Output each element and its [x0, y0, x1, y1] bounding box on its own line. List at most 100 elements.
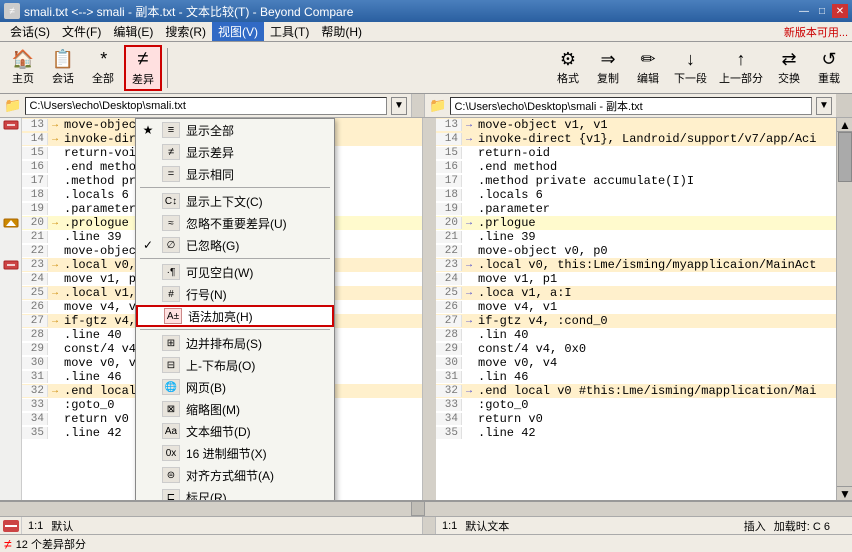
toolbar-reload[interactable]: ↺ 重载 [810, 45, 848, 91]
icon-line-numbers: # [162, 286, 180, 302]
gutter-empty-7 [0, 230, 21, 244]
menu-show-context[interactable]: C↕ 显示上下文(C) [136, 190, 334, 212]
table-row: 29const/4 v4, 0x0 [436, 342, 836, 356]
table-row: 17.method private accumulate(I)I [436, 174, 836, 188]
right-path-dropdown[interactable]: ▼ [816, 97, 832, 115]
table-row: 26move v4, v1 [436, 300, 836, 314]
icon-ignored: ∅ [162, 237, 180, 253]
gutter-empty-1 [0, 132, 21, 146]
scroll-thumb[interactable] [838, 132, 852, 182]
left-path-input[interactable] [25, 97, 387, 115]
maximize-button[interactable]: □ [814, 4, 830, 18]
label-show-diff: 显示差异 [186, 144, 326, 161]
toolbar-home-label: 主页 [12, 70, 34, 86]
icon-thumbnail: ⊠ [162, 401, 180, 417]
toolbar-diff[interactable]: ≠ 差异 [124, 45, 162, 91]
menu-file[interactable]: 文件(F) [56, 22, 107, 41]
icon-whitespace: ·¶ [162, 264, 180, 280]
toolbar-prev-section[interactable]: ↑ 上一部分 [714, 45, 768, 91]
right-h-scroll[interactable] [425, 501, 836, 516]
menu-ruler[interactable]: ⊏ 标尺(R) [136, 486, 334, 500]
scroll-corner [836, 501, 852, 516]
label-thumbnail: 缩略图(M) [186, 401, 326, 418]
app-icon: ≠ [4, 3, 20, 19]
table-row: 13→move-object v1, v1 [436, 118, 836, 132]
toolbar-all-label: 全部 [92, 70, 114, 86]
menu-text-detail[interactable]: Aa 文本细节(D) [136, 420, 334, 442]
menu-thumbnail[interactable]: ⊠ 缩略图(M) [136, 398, 334, 420]
center-scroll-panel [422, 118, 436, 500]
toolbar-reload-label: 重载 [818, 70, 840, 86]
menu-show-diff[interactable]: ≠ 显示差异 [136, 141, 334, 163]
h-scroll-bar [0, 500, 852, 516]
toolbar-edit[interactable]: ✏ 编辑 [629, 45, 667, 91]
toolbar-home[interactable]: 🏠 主页 [4, 45, 42, 91]
left-path-dropdown[interactable]: ▼ [391, 97, 407, 115]
prev-section-icon: ↑ [737, 50, 746, 68]
status-center-div [422, 517, 436, 534]
icon-text-detail: Aa [162, 423, 180, 439]
icon-side-by-side: ⊞ [162, 335, 180, 351]
table-row: 31.lin 46 [436, 370, 836, 384]
diff-indicator-3 [0, 258, 21, 272]
right-scrollbar[interactable]: ▲ ▼ [836, 118, 852, 500]
menu-line-numbers[interactable]: # 行号(N) [136, 283, 334, 305]
diff-count-icon: ≠ [4, 536, 12, 552]
session-icon: 📋 [52, 50, 74, 68]
right-status-label3: 加载时: C 6 [774, 518, 830, 534]
table-row: 30move v0, v4 [436, 356, 836, 370]
toolbar-format[interactable]: ⚙ 格式 [549, 45, 587, 91]
right-folder-icon: 📁 [429, 97, 446, 114]
window-title: smali.txt <--> smali - 副本.txt - 文本比较(T) … [24, 3, 353, 20]
right-cursor-position: 1:1 [442, 520, 457, 532]
right-status-label2: 插入 [744, 518, 766, 534]
label-whitespace: 可见空白(W) [186, 264, 326, 281]
menu-ignore-unimportant[interactable]: ≈ 忽略不重要差异(U) [136, 212, 334, 234]
close-button[interactable]: ✕ [832, 4, 848, 18]
menu-edit[interactable]: 编辑(E) [107, 22, 159, 41]
menu-session[interactable]: 会话(S) [4, 22, 56, 41]
menu-show-all[interactable]: ★ ≡ 显示全部 [136, 119, 334, 141]
menu-search[interactable]: 搜索(R) [159, 22, 212, 41]
menu-ignored[interactable]: ✓ ∅ 已忽略(G) [136, 234, 334, 256]
icon-top-bottom: ⊟ [162, 357, 180, 373]
label-ruler: 标尺(R) [186, 489, 326, 501]
table-row: 15return-oid [436, 146, 836, 160]
home-icon: 🏠 [12, 50, 34, 68]
table-row: 18.locals 6 [436, 188, 836, 202]
menu-hex-detail[interactable]: 0x 16 进制细节(X) [136, 442, 334, 464]
h-scroll-center [411, 501, 425, 516]
toolbar-next-section[interactable]: ↓ 下一段 [669, 45, 712, 91]
status-left-gutter [0, 517, 22, 534]
menu-top-bottom[interactable]: ⊟ 上-下布局(O) [136, 354, 334, 376]
menu-tools[interactable]: 工具(T) [264, 22, 315, 41]
minimize-button[interactable]: — [796, 4, 812, 18]
menu-syntax-highlight[interactable]: A± 语法加亮(H) [136, 305, 334, 327]
toolbar-all[interactable]: * 全部 [84, 45, 122, 91]
right-path-input[interactable] [450, 97, 812, 115]
menu-view[interactable]: 视图(V) [212, 22, 264, 41]
check-ignored: ✓ [140, 238, 156, 252]
diff-count-bar: ≠ 12 个差异部分 [0, 534, 852, 552]
icon-syntax: A± [164, 308, 182, 324]
menu-show-same[interactable]: = 显示相同 [136, 163, 334, 185]
toolbar-copy[interactable]: ⇒ 复制 [589, 45, 627, 91]
menu-help[interactable]: 帮助(H) [315, 22, 368, 41]
toolbar-session[interactable]: 📋 会话 [44, 45, 82, 91]
toolbar-swap[interactable]: ⇄ 交换 [770, 45, 808, 91]
menu-visible-whitespace[interactable]: ·¶ 可见空白(W) [136, 261, 334, 283]
menu-webpage[interactable]: 🌐 网页(B) [136, 376, 334, 398]
menu-align-detail[interactable]: ⊜ 对齐方式细节(A) [136, 464, 334, 486]
icon-webpage: 🌐 [162, 379, 180, 395]
label-show-all: 显示全部 [186, 122, 326, 139]
copy-icon: ⇒ [600, 50, 615, 68]
menu-side-by-side[interactable]: ⊞ 边并排布局(S) [136, 332, 334, 354]
right-code-area[interactable]: 13→move-object v1, v114→invoke-direct {v… [436, 118, 836, 500]
all-icon: * [99, 50, 106, 68]
gutter-empty-4 [0, 174, 21, 188]
scroll-up-btn[interactable]: ▲ [837, 118, 852, 132]
scroll-down-btn[interactable]: ▼ [837, 486, 852, 500]
dual-status-bar: 1:1 默认 1:1 默认文本 插入 加载时: C 6 [0, 516, 852, 534]
table-row: 22move-object v0, p0 [436, 244, 836, 258]
left-h-scroll[interactable] [0, 501, 411, 516]
